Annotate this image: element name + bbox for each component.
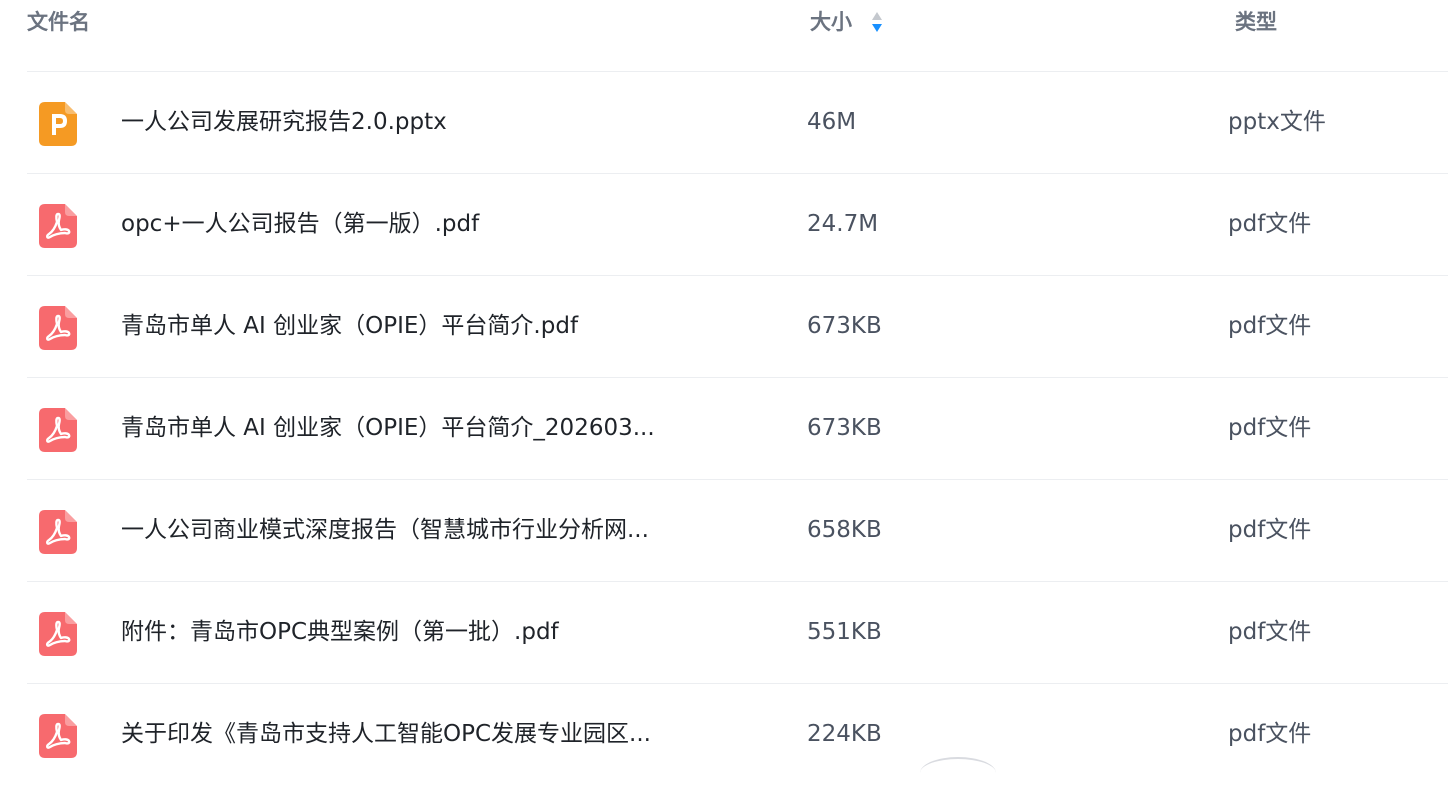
table-row-6[interactable]: 附件：青岛市OPC典型案例（第一批）.pdf 551KB pdf文件	[0, 582, 1448, 684]
file-type: pdf文件	[1228, 619, 1312, 645]
file-name: 青岛市单人 AI 创业家（OPIE）平台简介.pdf	[121, 313, 579, 339]
column-header-size[interactable]: 大小	[810, 8, 884, 36]
file-type: pdf文件	[1228, 211, 1312, 237]
file-name: 附件：青岛市OPC典型案例（第一批）.pdf	[121, 619, 559, 645]
column-header-size-label: 大小	[810, 10, 852, 34]
column-header-type[interactable]: 类型	[1235, 8, 1277, 36]
table-row-2[interactable]: opc+一人公司报告（第一版）.pdf 24.7M pdf文件	[0, 174, 1448, 276]
file-size: 551KB	[807, 619, 882, 645]
file-size: 46M	[807, 109, 857, 135]
column-header-name[interactable]: 文件名	[27, 8, 90, 36]
file-name: 一人公司发展研究报告2.0.pptx	[121, 109, 447, 135]
pptx-file-icon	[39, 102, 77, 146]
pdf-file-icon	[39, 510, 77, 554]
file-name: opc+一人公司报告（第一版）.pdf	[121, 211, 480, 237]
file-table: 文件名 大小 类型 一人公司发展研究报告2.0.pptx 46M pptx文件 …	[0, 0, 1448, 762]
file-type: pdf文件	[1228, 313, 1312, 339]
file-size: 658KB	[807, 517, 882, 543]
file-type: pptx文件	[1228, 109, 1326, 135]
table-row-1[interactable]: 一人公司发展研究报告2.0.pptx 46M pptx文件	[0, 72, 1448, 174]
file-type: pdf文件	[1228, 415, 1312, 441]
file-name: 关于印发《青岛市支持人工智能OPC发展专业园区...	[121, 721, 651, 747]
file-type: pdf文件	[1228, 517, 1312, 543]
pdf-file-icon	[39, 204, 77, 248]
file-size: 224KB	[807, 721, 882, 747]
table-row-7[interactable]: 关于印发《青岛市支持人工智能OPC发展专业园区... 224KB pdf文件	[0, 684, 1448, 786]
file-list: 一人公司发展研究报告2.0.pptx 46M pptx文件 opc+一人公司报告…	[0, 72, 1448, 786]
table-row-5[interactable]: 一人公司商业模式深度报告（智慧城市行业分析网... 658KB pdf文件	[0, 480, 1448, 582]
pdf-file-icon	[39, 408, 77, 452]
table-row-4[interactable]: 青岛市单人 AI 创业家（OPIE）平台简介_202603... 673KB p…	[0, 378, 1448, 480]
file-size: 24.7M	[807, 211, 879, 237]
file-type: pdf文件	[1228, 721, 1312, 747]
file-name: 一人公司商业模式深度报告（智慧城市行业分析网...	[121, 517, 649, 543]
file-size: 673KB	[807, 313, 882, 339]
table-row-3[interactable]: 青岛市单人 AI 创业家（OPIE）平台简介.pdf 673KB pdf文件	[0, 276, 1448, 378]
pdf-file-icon	[39, 612, 77, 656]
file-size: 673KB	[807, 415, 882, 441]
table-header: 文件名 大小 类型	[0, 0, 1448, 44]
sort-icon[interactable]	[870, 9, 884, 35]
file-name: 青岛市单人 AI 创业家（OPIE）平台简介_202603...	[121, 415, 655, 441]
pdf-file-icon	[39, 306, 77, 350]
pdf-file-icon	[39, 714, 77, 758]
